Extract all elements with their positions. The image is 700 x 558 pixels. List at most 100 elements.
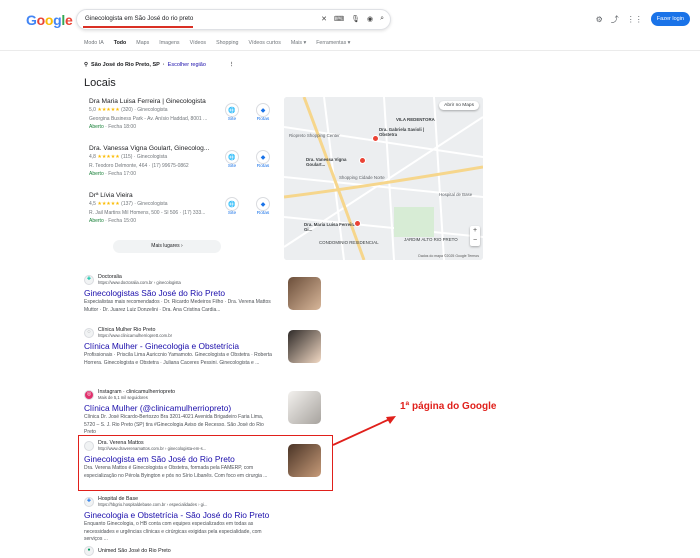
- rotas-button[interactable]: ◆ Rotas: [256, 197, 270, 216]
- highlight-box: [78, 435, 333, 491]
- map-label: Hospital de Base: [439, 192, 473, 197]
- place-type: Ginecologista: [137, 107, 168, 114]
- place-reviews: (115): [121, 154, 133, 161]
- place-hours: Fecha 17:00: [108, 171, 136, 178]
- apps-icon[interactable]: ⋮⋮: [627, 15, 643, 24]
- map-label[interactable]: Dra. Vanessa Vigna Goulart...: [306, 157, 356, 167]
- stars-icon: ★★★★★: [97, 154, 120, 161]
- place-rating: 5,0: [89, 107, 96, 114]
- locais-heading: Locais: [84, 77, 116, 89]
- place-type: Ginecologista: [136, 154, 168, 161]
- place-name[interactable]: Dra Maria Luisa Ferreira | Ginecologista: [89, 98, 219, 106]
- more-options-icon[interactable]: ⋮: [229, 62, 235, 68]
- zoom-out-icon[interactable]: −: [470, 236, 480, 246]
- open-in-maps-button[interactable]: Abrir no Maps: [439, 101, 479, 110]
- map-pin-icon[interactable]: [359, 157, 366, 164]
- place-reviews: (137): [121, 201, 133, 208]
- rotas-button[interactable]: ◆ Rotas: [256, 150, 270, 169]
- site-button[interactable]: 🌐 Site: [225, 150, 239, 169]
- map-label: Riopreto Shopping Center: [289, 133, 340, 138]
- place-hours: Fecha 18:00: [108, 124, 136, 131]
- result-url[interactable]: https://hbgrio.hospitaldebase.com.br › e…: [98, 502, 207, 507]
- site-label: Site: [227, 211, 237, 216]
- rotas-label: Rotas: [256, 211, 270, 216]
- rotas-label: Rotas: [256, 164, 270, 169]
- result-snippet: Enquanto Ginecologia, o HB conta com equ…: [84, 521, 262, 543]
- clear-icon[interactable]: ✕: [321, 15, 327, 23]
- place-reviews: (320): [121, 107, 133, 114]
- result-thumbnail[interactable]: [288, 391, 321, 424]
- globe-icon: 🌐: [225, 103, 239, 117]
- globe-icon: 🌐: [225, 197, 239, 211]
- result-snippet: Especialistas mais recomendados · Dr. Ri…: [84, 299, 271, 313]
- result-title[interactable]: Clínica Mulher - Ginecologia e Obstetríc…: [84, 341, 274, 352]
- result-url[interactable]: https://www.clinicamulherrioprett.com.br: [98, 333, 172, 338]
- result-title[interactable]: Clínica Mulher (@clinicamulherriopreto): [84, 403, 274, 414]
- place-rating: 4,8: [89, 154, 96, 161]
- site-button[interactable]: 🌐 Site: [225, 197, 239, 216]
- mic-icon[interactable]: 🎙: [351, 15, 360, 23]
- site-label: Site: [227, 117, 237, 122]
- search-result: ✚ Doctoralia https://www.doctoralia.com.br…: [84, 274, 274, 314]
- search-icon[interactable]: ⌕: [380, 15, 384, 23]
- place-name[interactable]: Dra. Vanessa Vigna Goulart, Ginecolog...: [89, 145, 219, 153]
- more-places-button[interactable]: Mais lugares ›: [113, 240, 221, 253]
- map-label: JARDIM ALTO RIO PRETO: [404, 237, 458, 242]
- map-label[interactable]: Dra. Gabriela Savioli | Obstetra: [379, 127, 434, 137]
- result-title[interactable]: Ginecologia e Obstetrícia - São José do …: [84, 510, 274, 521]
- zoom-controls[interactable]: + −: [470, 226, 480, 246]
- clinic-favicon: ◌: [84, 327, 94, 338]
- lens-icon[interactable]: ◉: [367, 15, 373, 23]
- keyboard-icon[interactable]: ⌨: [334, 15, 344, 23]
- annotation-arrow: [332, 416, 396, 446]
- place-item[interactable]: Drª Lívia Vieira 4,5 ★★★★★ (137) · Ginec…: [89, 192, 219, 226]
- result-url[interactable]: https://www.doctoralia.com.br › ginecolo…: [98, 280, 181, 285]
- map-pin-icon[interactable]: [354, 220, 361, 227]
- pin-icon: ⚲: [84, 62, 89, 68]
- instagram-icon: ◎: [84, 389, 94, 400]
- place-address: R. Jail Martins Mil Homens, 500 - Sl 506…: [89, 209, 206, 216]
- place-type: Ginecologista: [137, 201, 168, 208]
- place-status: Aberto: [89, 124, 104, 131]
- search-result: ● Unimed São José do Rio Preto: [84, 546, 274, 556]
- search-result: ✚ Hospital de Base https://hbgrio.hospital…: [84, 496, 274, 544]
- rotas-button[interactable]: ◆ Rotas: [256, 103, 270, 122]
- result-thumbnail[interactable]: [288, 277, 321, 310]
- map-pin-icon[interactable]: [372, 135, 379, 142]
- result-snippet: Profissionais · Priscila Lima Auriccnio …: [84, 352, 272, 366]
- result-site[interactable]: Unimed São José do Rio Preto: [98, 548, 171, 554]
- place-hours: Fecha 15:00: [108, 218, 136, 225]
- stars-icon: ★★★★★: [97, 107, 120, 114]
- site-label: Site: [227, 164, 237, 169]
- place-item[interactable]: Dra Maria Luisa Ferreira | Ginecologista…: [89, 98, 219, 132]
- location-bar: ⚲ São José do Rio Preto, SP · Escolher r…: [84, 62, 235, 68]
- result-title[interactable]: Ginecologistas São José do Rio Preto: [84, 288, 274, 299]
- google-logo[interactable]: Google: [26, 12, 73, 28]
- login-button[interactable]: Fazer login: [650, 12, 690, 26]
- map[interactable]: Abrir no Maps VILA REDENTORA Dra. Vaness…: [284, 97, 483, 260]
- place-item[interactable]: Dra. Vanessa Vigna Goulart, Ginecolog...…: [89, 145, 219, 179]
- logo-letter: G: [26, 12, 37, 28]
- unimed-favicon: ●: [84, 546, 94, 556]
- place-status: Aberto: [89, 218, 104, 225]
- search-bar[interactable]: Ginecologista em São José do rio preto ✕…: [76, 9, 391, 30]
- choose-region-link[interactable]: Escolher região: [168, 62, 206, 68]
- location-text: São José do Rio Preto, SP: [91, 62, 160, 68]
- map-label: CONDOMINIO RESIDENCIAL: [319, 240, 379, 245]
- result-thumbnail[interactable]: [288, 330, 321, 363]
- share-icon[interactable]: ⤴: [611, 14, 619, 25]
- place-address: R. Teodoro Delmonte, 464 · (17) 99675-08…: [89, 162, 189, 169]
- search-input[interactable]: Ginecologista em São José do rio preto: [85, 15, 193, 22]
- rotas-label: Rotas: [256, 117, 270, 122]
- zoom-in-icon[interactable]: +: [470, 226, 480, 236]
- directions-icon: ◆: [256, 197, 270, 211]
- map-label: Shopping Cidade Norte: [339, 175, 385, 180]
- map-label: VILA REDENTORA: [396, 117, 435, 122]
- place-name[interactable]: Drª Lívia Vieira: [89, 192, 219, 200]
- directions-icon: ◆: [256, 150, 270, 164]
- place-rating: 4,5: [89, 201, 96, 208]
- query-underline: [83, 26, 193, 28]
- site-button[interactable]: 🌐 Site: [225, 103, 239, 122]
- map-attribution: Dados do mapa ©2025 Google Termos: [418, 254, 479, 258]
- settings-icon[interactable]: ⚙: [596, 15, 603, 24]
